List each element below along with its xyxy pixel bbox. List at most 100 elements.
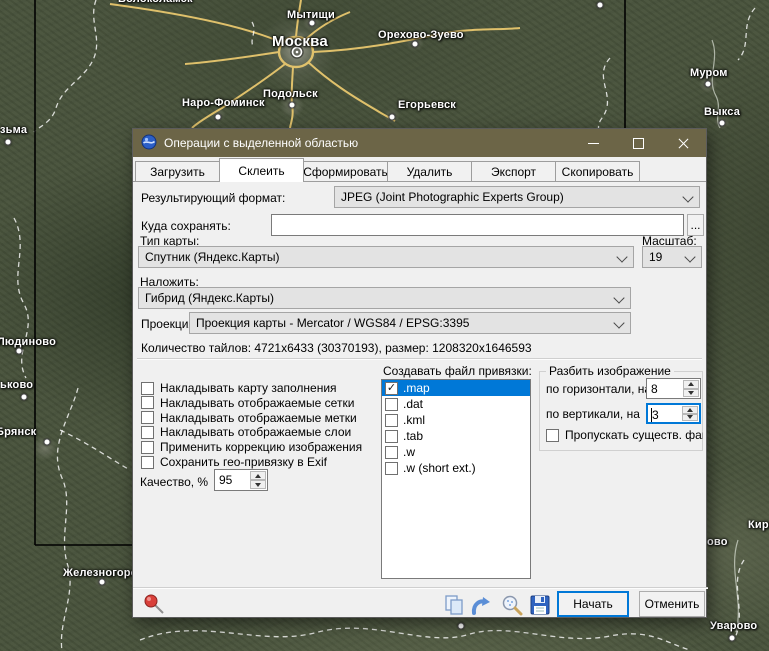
tab-Скопировать[interactable]: Скопировать bbox=[555, 161, 640, 182]
checkbox-icon bbox=[141, 381, 154, 395]
georef-item-.map[interactable]: ✓ .map bbox=[382, 380, 530, 396]
map-city-label: Волоколамск bbox=[118, 0, 193, 5]
close-button[interactable] bbox=[661, 129, 706, 157]
maximize-icon bbox=[633, 137, 644, 149]
minimize-icon bbox=[588, 142, 599, 144]
spin-up-icon[interactable] bbox=[682, 406, 698, 414]
skip-existing-checkbox[interactable]: Пропускать существ. файл bbox=[546, 428, 703, 442]
georef-item-.tab[interactable]: .tab bbox=[382, 428, 530, 444]
checkbox-icon bbox=[141, 440, 154, 454]
spin-up-icon[interactable] bbox=[250, 471, 266, 480]
curved-arrow-icon bbox=[471, 597, 490, 615]
split-vertical-value: 3 bbox=[652, 408, 659, 422]
chevron-down-icon bbox=[682, 191, 694, 203]
magnifier-icon bbox=[502, 595, 523, 616]
option-label: Сохранить гео-привязку в Exif bbox=[160, 455, 327, 469]
georef-item-label: .map bbox=[403, 381, 430, 395]
tab-Загрузить[interactable]: Загрузить bbox=[135, 161, 220, 182]
map-city-label: Киро bbox=[748, 519, 769, 531]
separator bbox=[137, 358, 702, 360]
goto-button[interactable] bbox=[470, 594, 492, 616]
skip-existing-label: Пропускать существ. файл bbox=[565, 428, 703, 442]
copy-icon bbox=[445, 595, 463, 615]
option-checkbox-0[interactable]: Накладывать карту заполнения bbox=[141, 381, 337, 395]
quality-spinner[interactable]: 95 bbox=[214, 469, 268, 491]
map-city-label: Брянск bbox=[0, 426, 37, 438]
zoom-preview-button[interactable] bbox=[501, 594, 523, 616]
checkbox-icon bbox=[141, 396, 154, 410]
map-city-label: ьково bbox=[0, 379, 34, 391]
split-horizontal-spinner[interactable]: 8 bbox=[646, 378, 701, 399]
projection-combobox[interactable]: Проекция карты - Mercator / WGS84 / EPSG… bbox=[189, 312, 631, 334]
georef-label: Создавать файл привязки: bbox=[383, 364, 532, 378]
map-city-dot bbox=[704, 80, 712, 88]
georef-item-label: .w bbox=[403, 445, 415, 459]
map-city-label: Наро-Фоминск bbox=[182, 97, 265, 109]
map-city-label: Москва bbox=[272, 33, 328, 50]
cancel-button[interactable]: Отменить bbox=[639, 591, 705, 617]
georef-listbox[interactable]: ✓ .map .dat .kml .tab .w .w (short ext.) bbox=[381, 379, 531, 579]
chevron-down-icon bbox=[616, 251, 628, 263]
minimize-button[interactable] bbox=[571, 129, 616, 157]
split-vertical-spinner[interactable]: 3 bbox=[646, 403, 701, 424]
checkbox-icon bbox=[141, 411, 154, 425]
map-viewport[interactable]: ВолоколамскМытищиМоскваОрехово-ЗуевоНаро… bbox=[0, 0, 769, 651]
map-city-label: Людиново bbox=[0, 336, 57, 348]
map-city-dot bbox=[388, 113, 396, 121]
scale-value: 19 bbox=[649, 250, 663, 264]
map-type-combobox[interactable]: Спутник (Яндекс.Карты) bbox=[138, 246, 634, 268]
map-city-label: зьма bbox=[0, 124, 28, 136]
tab-Удалить[interactable]: Удалить bbox=[387, 161, 472, 182]
map-city-dot bbox=[43, 438, 51, 446]
georef-item-.dat[interactable]: .dat bbox=[382, 396, 530, 412]
map-city-dot bbox=[718, 119, 726, 127]
footer-separator bbox=[133, 587, 708, 589]
option-checkbox-5[interactable]: Сохранить гео-привязку в Exif bbox=[141, 455, 327, 469]
map-city-dot bbox=[98, 578, 106, 586]
spin-down-icon[interactable] bbox=[683, 388, 699, 397]
copy-button[interactable] bbox=[443, 594, 465, 616]
tab-strip: Загрузить Склеить Сформировать Удалить Экспо… bbox=[135, 158, 640, 182]
quality-label: Качество, % bbox=[140, 475, 209, 489]
save-settings-button[interactable] bbox=[529, 594, 551, 616]
option-label: Накладывать карту заполнения bbox=[160, 381, 337, 395]
scale-combobox[interactable]: 19 bbox=[642, 246, 702, 268]
spin-down-icon[interactable] bbox=[250, 480, 266, 489]
option-checkbox-2[interactable]: Накладывать отображаемые метки bbox=[141, 411, 357, 425]
georef-item-.kml[interactable]: .kml bbox=[382, 412, 530, 428]
split-vertical-label: по вертикали, на bbox=[546, 407, 640, 421]
option-checkbox-3[interactable]: Накладывать отображаемые слои bbox=[141, 425, 351, 439]
operations-dialog: Операции с выделенной областью Загрузить… bbox=[132, 128, 708, 618]
browse-button[interactable]: ... bbox=[687, 214, 704, 236]
overlay-combobox[interactable]: Гибрид (Яндекс.Карты) bbox=[138, 287, 631, 309]
georef-item-.w (short ext.)[interactable]: .w (short ext.) bbox=[382, 460, 530, 476]
overlay-value: Гибрид (Яндекс.Карты) bbox=[145, 291, 274, 305]
pin-dialog-button[interactable] bbox=[143, 593, 165, 615]
georef-item-label: .tab bbox=[403, 429, 424, 443]
spin-up-icon[interactable] bbox=[683, 380, 699, 389]
georef-item-label: .kml bbox=[403, 413, 425, 427]
option-label: Накладывать отображаемые сетки bbox=[160, 395, 355, 410]
format-combobox[interactable]: JPEG (Joint Photographic Experts Group) bbox=[334, 186, 700, 208]
georef-item-.w[interactable]: .w bbox=[382, 444, 530, 460]
option-label: Накладывать отображаемые слои bbox=[160, 425, 352, 440]
option-checkbox-1[interactable]: Накладывать отображаемые сетки bbox=[141, 396, 354, 410]
tab-Склеить[interactable]: Склеить bbox=[219, 158, 304, 182]
option-checkbox-4[interactable]: Применить коррекцию изображения bbox=[141, 440, 362, 454]
checkbox-icon: ✓ bbox=[385, 381, 398, 395]
save-to-label: Куда сохранять: bbox=[141, 219, 231, 233]
map-city-dot bbox=[288, 101, 296, 109]
quality-value: 95 bbox=[219, 473, 233, 487]
map-city-label: Егорьевск bbox=[398, 99, 457, 111]
tab-Экспорт[interactable]: Экспорт bbox=[471, 161, 556, 182]
maximize-button[interactable] bbox=[616, 129, 661, 157]
map-city-dot bbox=[728, 634, 736, 642]
map-city-dot bbox=[411, 40, 419, 48]
tab-Сформировать[interactable]: Сформировать bbox=[303, 161, 388, 182]
save-path-input[interactable] bbox=[271, 214, 684, 236]
dialog-titlebar[interactable]: Операции с выделенной областью bbox=[133, 129, 706, 157]
spin-down-icon[interactable] bbox=[682, 413, 698, 421]
checkbox-icon bbox=[141, 425, 154, 439]
checkbox-icon bbox=[385, 397, 398, 411]
start-button[interactable]: Начать bbox=[557, 591, 629, 617]
